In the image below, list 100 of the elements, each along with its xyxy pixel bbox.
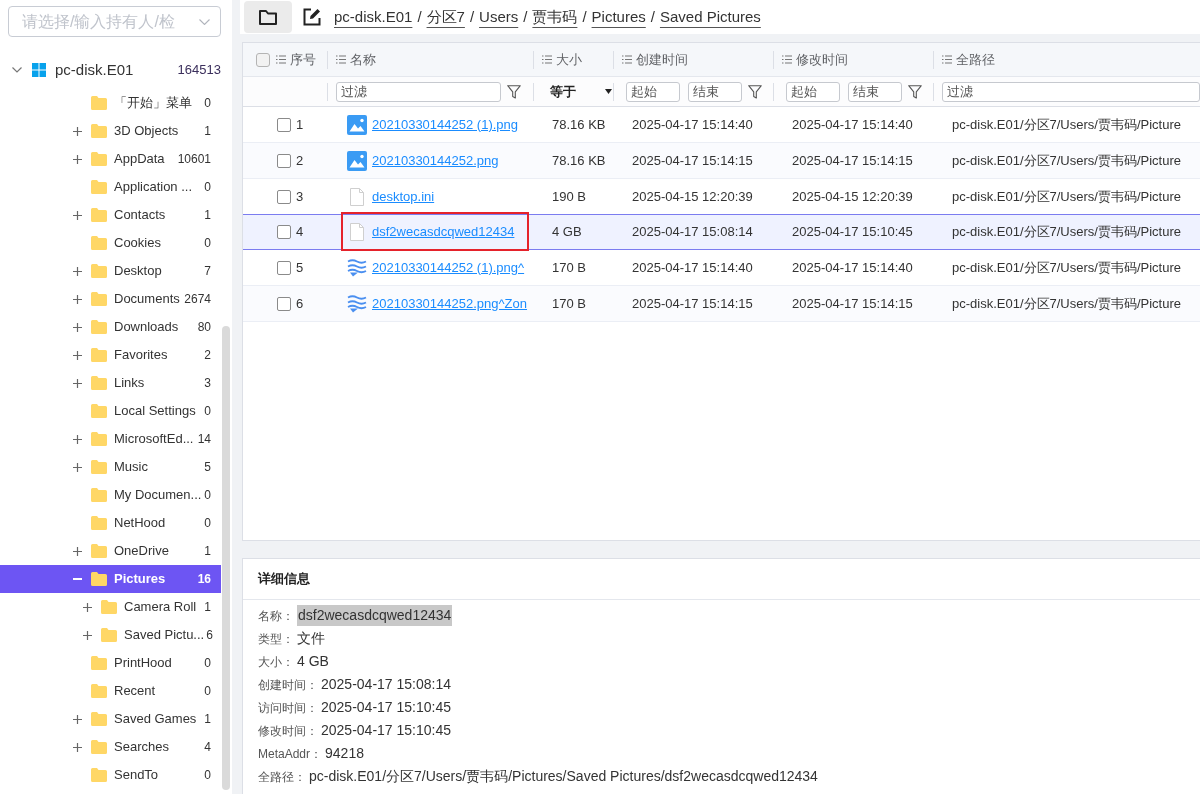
breadcrumb-link[interactable]: 分区7 [426, 5, 465, 29]
tree-item[interactable]: SendTo 0 [0, 761, 221, 789]
tree-item[interactable]: Favorites 2 [0, 341, 221, 369]
tree-item[interactable]: Links 3 [0, 369, 221, 397]
tree-item[interactable]: Documents 2674 [0, 285, 221, 313]
list-icon[interactable] [622, 55, 632, 64]
row-checkbox[interactable] [277, 296, 291, 311]
filter-input[interactable]: 过滤 [942, 81, 1200, 102]
tree-item[interactable]: 3D Objects 1 [0, 117, 221, 145]
folder-icon [91, 376, 107, 390]
chevron-down-icon[interactable] [12, 67, 22, 73]
tree-item[interactable]: AppData 10601 [0, 145, 221, 173]
item-count: 6 [205, 627, 213, 644]
table-row[interactable]: 4 dsf2wecasdcqwed12434 4 GB 2025-04-17 15:08:14 2025-04-17 15:10:45 pc-disk.E01/分区7/Users/贾韦码/Picture [243, 214, 1200, 250]
tree-item[interactable]: NetHood 0 [0, 509, 221, 537]
plus-icon[interactable] [73, 546, 82, 556]
breadcrumb-link[interactable]: Pictures [591, 5, 646, 29]
row-number: 2 [296, 151, 304, 170]
plus-icon[interactable] [73, 126, 82, 136]
tree-item[interactable]: Saved Games 1 [0, 705, 221, 733]
owner-select[interactable]: 请选择/输入持有人/检 [8, 6, 221, 37]
list-icon[interactable] [336, 55, 346, 64]
filter-icon[interactable] [507, 84, 521, 99]
breadcrumb-separator: / [417, 6, 422, 27]
folder-icon [91, 96, 107, 110]
plus-icon[interactable] [83, 602, 92, 612]
plus-icon[interactable] [73, 322, 82, 332]
breadcrumb-link[interactable]: pc-disk.E01 [334, 5, 413, 29]
tree-item[interactable]: My Documen... 0 [0, 481, 221, 509]
tree-item[interactable]: 「开始」菜单 0 [0, 89, 221, 117]
item-count: 7 [203, 263, 211, 280]
plus-icon[interactable] [73, 462, 82, 472]
plus-icon[interactable] [73, 266, 82, 276]
tree-item[interactable]: Downloads 80 [0, 313, 221, 341]
plus-icon[interactable] [73, 378, 82, 388]
date-to-input[interactable]: 结束 [848, 81, 902, 102]
tree-item[interactable]: pc-disk.E01 164513 [0, 54, 221, 86]
plus-icon[interactable] [73, 714, 82, 724]
filter-input[interactable]: 过滤 [336, 81, 501, 102]
row-number: 6 [296, 294, 304, 313]
row-number: 4 [296, 223, 304, 242]
chevron-down-icon [199, 18, 210, 25]
plus-icon[interactable] [83, 630, 92, 640]
tree-item[interactable]: Local Settings 0 [0, 397, 221, 425]
breadcrumb-link[interactable]: Saved Pictures [659, 5, 761, 29]
folder-icon [101, 628, 117, 642]
folder-icon [91, 404, 107, 418]
row-checkbox[interactable] [277, 225, 291, 239]
scrollbar-thumb[interactable] [222, 326, 230, 790]
tree-item[interactable]: Application ... 0 [0, 173, 221, 201]
item-count: 0 [203, 235, 211, 252]
list-icon[interactable] [942, 55, 952, 64]
filter-icon[interactable] [748, 84, 762, 99]
date-from-input[interactable]: 起始 [626, 81, 680, 102]
column-title: 创建时间 [636, 50, 688, 69]
folder-icon [91, 488, 107, 502]
breadcrumb-link[interactable]: Users [479, 5, 519, 29]
row-checkbox[interactable] [277, 189, 291, 204]
tree-item[interactable]: PrintHood 0 [0, 649, 221, 677]
plus-icon[interactable] [73, 742, 82, 752]
field-label: 修改时间： [258, 722, 318, 740]
created-time: 2025-04-15 12:20:39 [632, 187, 753, 206]
table-row[interactable]: 2 20210330144252.png 78.16 KB 2025-04-17 15:14:15 2025-04-17 15:14:15 pc-disk.E01/分区7/Users/贾韦码/Picture [243, 143, 1200, 179]
tree-item[interactable]: MicrosoftEd... 14 [0, 425, 221, 453]
tree-item[interactable]: Pictures 16 [0, 565, 221, 593]
row-checkbox[interactable] [277, 117, 291, 132]
tree-item[interactable]: OneDrive 1 [0, 537, 221, 565]
file-size: 4 GB [552, 223, 582, 242]
table-row[interactable]: 6 20210330144252.png^Zon 170 B 2025-04-17 15:14:15 2025-04-17 15:14:15 pc-disk.E01/分区7/Users/贾韦码/Picture [243, 286, 1200, 322]
tree-item[interactable]: Music 5 [0, 453, 221, 481]
operator-select[interactable]: 等于 [550, 81, 612, 102]
date-to-input[interactable]: 结束 [688, 81, 742, 102]
tree-item[interactable]: Saved Pictu...6 [0, 621, 221, 649]
file-link[interactable]: 20210330144252 (1).png^ [372, 257, 525, 278]
plus-icon[interactable] [73, 154, 82, 164]
list-icon[interactable] [276, 55, 286, 64]
list-icon[interactable] [542, 55, 552, 64]
folder-button[interactable] [244, 1, 292, 33]
row-checkbox[interactable] [277, 153, 291, 168]
disk-name: pc-disk.E01 [55, 59, 134, 80]
tree-item[interactable]: Camera Roll 1 [0, 593, 221, 621]
plus-icon[interactable] [73, 294, 82, 304]
file-link[interactable]: desktop.ini [372, 186, 435, 207]
breadcrumb-link[interactable]: 贾韦码 [532, 5, 578, 29]
row-checkbox[interactable] [277, 260, 291, 275]
edit-icon[interactable] [303, 8, 321, 26]
folder-name: Favorites [114, 346, 168, 365]
file-link[interactable]: 20210330144252 (1).png [372, 114, 519, 135]
list-icon[interactable] [782, 55, 792, 64]
plus-icon[interactable] [73, 210, 82, 220]
tree-item[interactable]: Contacts 1 [0, 201, 221, 229]
tree-item[interactable]: Recent 0 [0, 677, 221, 705]
tree-item[interactable]: Desktop 7 [0, 257, 221, 285]
date-from-input[interactable]: 起始 [786, 81, 840, 102]
tree-item[interactable]: Searches 4 [0, 733, 221, 761]
plus-icon[interactable] [73, 434, 82, 444]
filter-icon[interactable] [908, 84, 922, 99]
select-all-checkbox[interactable] [256, 52, 270, 67]
plus-icon[interactable] [73, 350, 82, 360]
tree-item[interactable]: Cookies 0 [0, 229, 221, 257]
